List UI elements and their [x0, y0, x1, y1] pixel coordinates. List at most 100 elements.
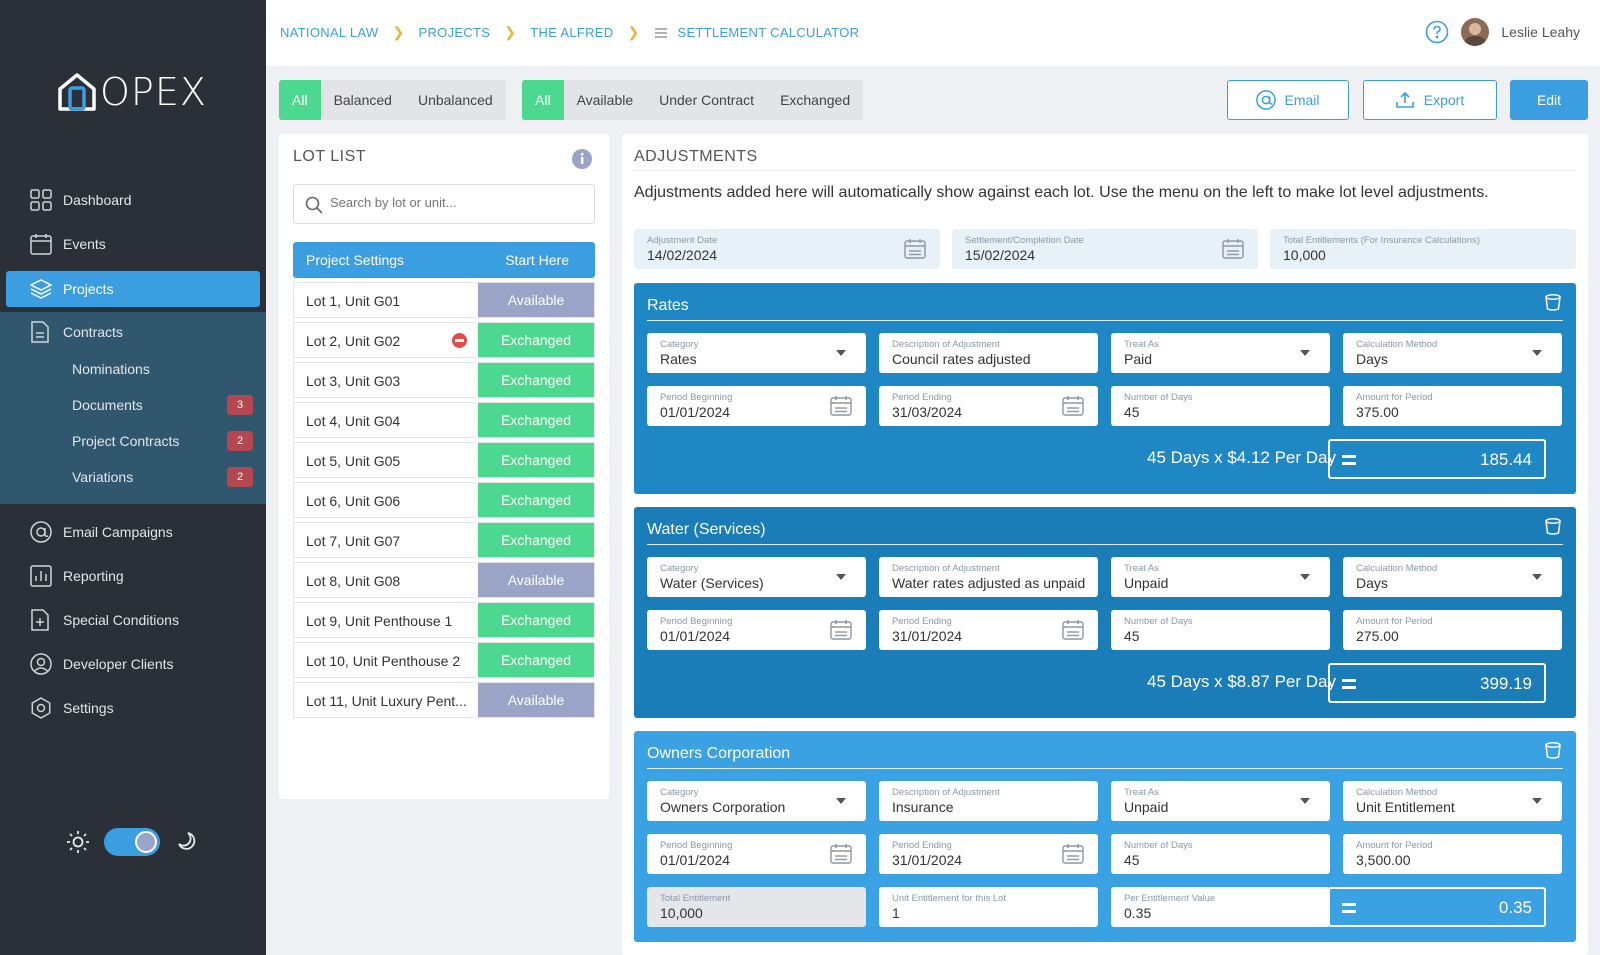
- filter-under-contract[interactable]: Under Contract: [646, 80, 767, 120]
- treat-as-select[interactable]: Treat As Paid: [1111, 333, 1330, 373]
- project-settings-row[interactable]: Project Settings Start Here: [293, 242, 595, 278]
- filter-balanced[interactable]: Balanced: [321, 80, 405, 120]
- lot-row[interactable]: Lot 2, Unit G02 Exchanged: [293, 322, 595, 358]
- number-of-days-field[interactable]: Number of Days 45: [1111, 834, 1330, 874]
- calendar-icon[interactable]: [1222, 239, 1244, 259]
- calendar-icon[interactable]: [904, 239, 926, 259]
- help-icon[interactable]: [1425, 20, 1449, 44]
- sidebar-item-projects[interactable]: Projects: [6, 271, 260, 307]
- field-label: Period Beginning: [660, 616, 733, 627]
- lot-row[interactable]: Lot 8, Unit G08 Available: [293, 562, 595, 598]
- calculation-method-select[interactable]: Calculation Method Days: [1343, 333, 1562, 373]
- filter-available[interactable]: Available: [564, 80, 647, 120]
- adjustments-panel: ADJUSTMENTS Adjustments added here will …: [622, 134, 1588, 955]
- sidebar-item-email-campaigns[interactable]: Email Campaigns: [0, 512, 266, 552]
- calendar-icon[interactable]: [830, 396, 852, 416]
- sidebar-item-settings[interactable]: Settings: [0, 688, 266, 728]
- chevron-down-icon: [836, 798, 846, 804]
- calendar-icon[interactable]: [830, 620, 852, 640]
- settlement-date-field[interactable]: Settlement/Completion Date 15/02/2024: [952, 229, 1258, 269]
- lot-row[interactable]: Lot 4, Unit G04 Exchanged: [293, 402, 595, 438]
- trash-icon[interactable]: [1544, 517, 1562, 535]
- sidebar-item-reporting[interactable]: Reporting: [0, 556, 266, 596]
- calendar-icon[interactable]: [1062, 844, 1084, 864]
- breadcrumb-item[interactable]: PROJECTS: [419, 25, 491, 40]
- export-button[interactable]: Export: [1363, 80, 1497, 120]
- lot-search[interactable]: [293, 184, 595, 224]
- sidebar-item-events[interactable]: Events: [0, 224, 266, 264]
- email-button[interactable]: Email: [1227, 80, 1349, 120]
- sidebar-item-developer-clients[interactable]: Developer Clients: [0, 644, 266, 684]
- sidebar-item-special-conditions[interactable]: Special Conditions: [0, 600, 266, 640]
- period-beginning-field[interactable]: Period Beginning 01/01/2024: [647, 610, 866, 650]
- sidebar-item-label: Special Conditions: [63, 612, 179, 628]
- calculation-method-select[interactable]: Calculation Method Days: [1343, 557, 1562, 597]
- calculation-method-select[interactable]: Calculation Method Unit Entitlement: [1343, 781, 1562, 821]
- period-beginning-field[interactable]: Period Beginning 01/01/2024: [647, 386, 866, 426]
- user-menu[interactable]: Leslie Leahy: [1425, 18, 1580, 46]
- filter-exchanged[interactable]: Exchanged: [767, 80, 863, 120]
- description-input[interactable]: Description of Adjustment Council rates a…: [879, 333, 1098, 373]
- calendar-icon[interactable]: [830, 844, 852, 864]
- period-beginning-field[interactable]: Period Beginning 01/01/2024: [647, 834, 866, 874]
- sidebar-item-contracts[interactable]: Contracts: [0, 312, 266, 352]
- user-circle-icon: [30, 653, 52, 675]
- field-label: Category: [660, 787, 699, 798]
- filter-all-balance[interactable]: All: [279, 80, 321, 120]
- chevron-right-icon: ❯: [627, 24, 640, 40]
- app-logo[interactable]: OPEX: [56, 70, 207, 114]
- category-select[interactable]: Category Owners Corporation: [647, 781, 866, 821]
- number-of-days-field[interactable]: Number of Days 45: [1111, 386, 1330, 426]
- treat-as-select[interactable]: Treat As Unpaid: [1111, 781, 1330, 821]
- period-ending-field[interactable]: Period Ending 31/03/2024: [879, 386, 1098, 426]
- lot-name: Lot 3, Unit G03: [306, 373, 401, 389]
- lot-row[interactable]: Lot 5, Unit G05 Exchanged: [293, 442, 595, 478]
- sidebar-subitem-project-contracts[interactable]: Project Contracts 2: [0, 424, 266, 458]
- period-ending-field[interactable]: Period Ending 31/01/2024: [879, 834, 1098, 874]
- lot-row[interactable]: Lot 3, Unit G03 Exchanged: [293, 362, 595, 398]
- description-input[interactable]: Description of Adjustment Water rates adj…: [879, 557, 1098, 597]
- unit-entitlement-field[interactable]: Unit Entitlement for this Lot 1: [879, 887, 1098, 927]
- lot-row[interactable]: Lot 10, Unit Penthouse 2 Exchanged: [293, 642, 595, 678]
- filter-unbalanced[interactable]: Unbalanced: [405, 80, 506, 120]
- sidebar-subitem-variations[interactable]: Variations 2: [0, 460, 266, 494]
- breadcrumb-item[interactable]: THE ALFRED: [530, 25, 613, 40]
- calendar-icon[interactable]: [1062, 396, 1084, 416]
- lot-row[interactable]: Lot 9, Unit Penthouse 1 Exchanged: [293, 602, 595, 638]
- avatar[interactable]: [1461, 18, 1490, 46]
- lot-row[interactable]: Lot 11, Unit Luxury Pent... Available: [293, 682, 595, 718]
- amount-for-period-field[interactable]: Amount for Period 375.00: [1343, 386, 1562, 426]
- sidebar-subitem-documents[interactable]: Documents 3: [0, 388, 266, 422]
- field-value: 01/01/2024: [660, 852, 731, 868]
- sidebar-subitem-nominations[interactable]: Nominations: [0, 352, 266, 386]
- adjustment-date-field[interactable]: Adjustment Date 14/02/2024: [634, 229, 940, 269]
- total-entitlements-field[interactable]: Total Entitlements (For Insurance Calcul…: [1270, 229, 1576, 269]
- description-input[interactable]: Description of Adjustment Insurance: [879, 781, 1098, 821]
- lot-row[interactable]: Lot 1, Unit G01 Available: [293, 282, 595, 318]
- field-value: Insurance: [892, 799, 954, 815]
- dark-mode-toggle[interactable]: [104, 828, 160, 856]
- amount-for-period-field[interactable]: Amount for Period 275.00: [1343, 610, 1562, 650]
- filter-all-status[interactable]: All: [522, 80, 564, 120]
- lot-row[interactable]: Lot 7, Unit G07 Exchanged: [293, 522, 595, 558]
- treat-as-select[interactable]: Treat As Unpaid: [1111, 557, 1330, 597]
- breadcrumb-item[interactable]: NATIONAL LAW: [280, 25, 378, 40]
- start-here-label: Start Here: [505, 252, 569, 268]
- calendar-icon[interactable]: [1062, 620, 1084, 640]
- lot-row[interactable]: Lot 6, Unit G06 Exchanged: [293, 482, 595, 518]
- trash-icon[interactable]: [1544, 293, 1562, 311]
- info-icon[interactable]: [571, 148, 593, 170]
- number-of-days-field[interactable]: Number of Days 45: [1111, 610, 1330, 650]
- chevron-down-icon: [1532, 798, 1542, 804]
- section-title: Owners Corporation: [647, 745, 791, 762]
- amount-for-period-field[interactable]: Amount for Period 3,500.00: [1343, 834, 1562, 874]
- per-entitlement-field[interactable]: Per Entitlement Value 0.35: [1111, 887, 1330, 927]
- edit-button[interactable]: Edit: [1510, 80, 1588, 120]
- period-ending-field[interactable]: Period Ending 31/01/2024: [879, 610, 1098, 650]
- trash-icon[interactable]: [1544, 741, 1562, 759]
- field-value: Unpaid: [1124, 799, 1169, 815]
- search-input[interactable]: [330, 195, 580, 210]
- category-select[interactable]: Category Rates: [647, 333, 866, 373]
- sidebar-item-dashboard[interactable]: Dashboard: [0, 180, 266, 220]
- category-select[interactable]: Category Water (Services): [647, 557, 866, 597]
